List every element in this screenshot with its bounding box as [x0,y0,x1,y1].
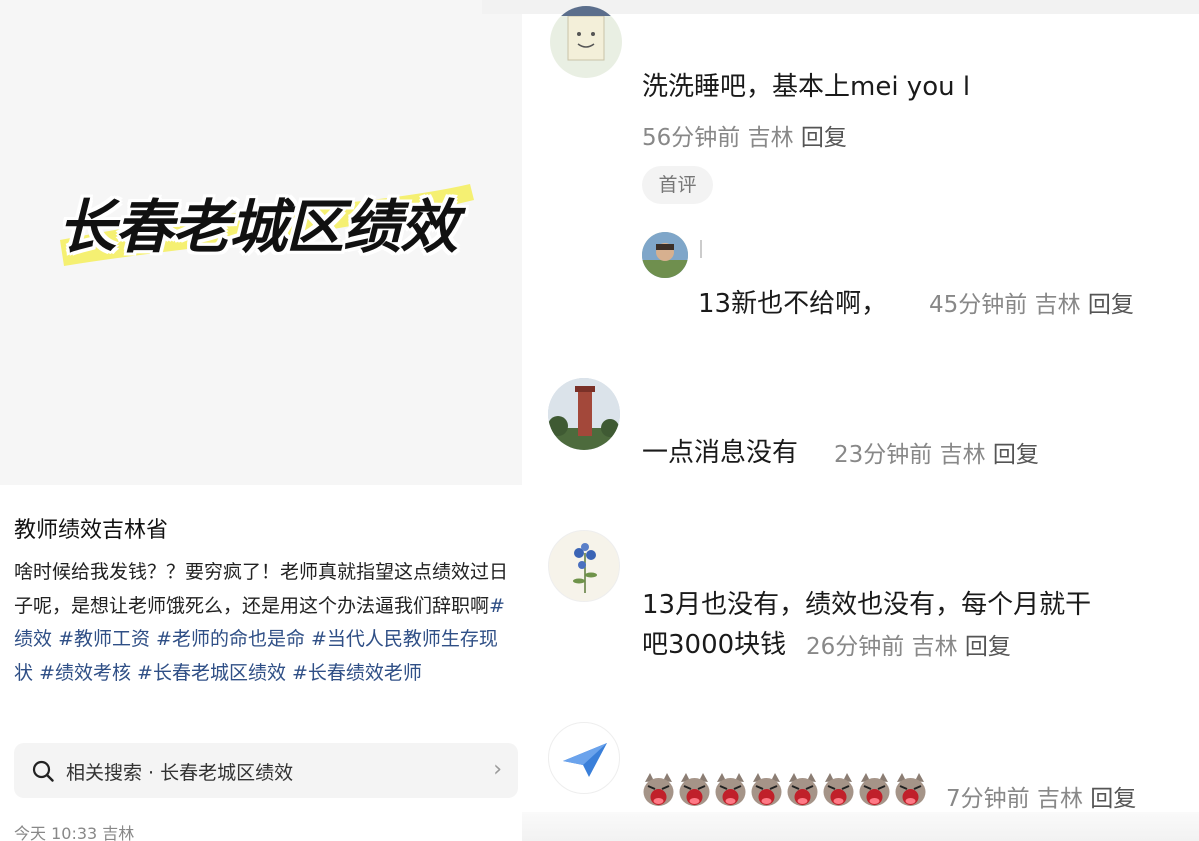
comment-text: 一点消息没有 [642,438,799,468]
comment-time: 23分钟前 [834,442,933,468]
bottom-input-bar-edge [522,812,1199,841]
first-comment-badge: 首评 [642,166,713,204]
comment-text-line1: 13月也没有，绩效也没有，每个月就干 [642,590,1092,620]
comment-location: 吉林 [911,634,958,660]
hashtag-link[interactable]: #长春老城区绩效 [137,662,286,684]
post-meta: 今天 10:33 吉林 [14,824,135,841]
crying-cat-emoji [859,773,890,806]
comment-time: 45分钟前 [929,292,1028,318]
reply-button[interactable]: 回复 [1090,786,1136,812]
comment-meta: 56分钟前 吉林 回复 [642,118,847,152]
reply-meta: 45分钟前 吉林 回复 [929,285,1134,319]
reply-button[interactable]: 回复 [965,634,1011,660]
comment-text: 洗洗睡吧，基本上mei you l [642,72,971,102]
related-search-bar[interactable]: 相关搜索 · 长春老城区绩效 › [14,743,518,798]
crying-cat-emoji [643,773,674,806]
reply-button[interactable]: 回复 [801,125,847,151]
hashtag-link[interactable]: #教师工资 [58,628,150,650]
reply-text: 13新也不给啊， [698,289,888,319]
comment-time: 56分钟前 [642,125,741,151]
hashtag-link[interactable]: #长春绩效老师 [292,662,422,684]
crying-cat-emoji [895,773,926,806]
crying-cat-emoji [787,773,818,806]
crying-cat-emoji [679,773,710,806]
paper-plane-avatar[interactable] [548,722,620,794]
comment-location: 吉林 [747,125,794,151]
post-panel: 长春老城区绩效 教师绩效吉林省 啥时候给我发钱？？要穷疯了！老师真就指望这点绩效… [0,0,522,841]
comment-location: 吉林 [939,442,986,468]
hashtag-link[interactable]: #老师的命也是命 [156,628,305,650]
cover-title-block: 长春老城区绩效 [50,178,480,268]
chevron-right-icon: › [493,757,502,782]
tower-photo-avatar[interactable] [548,378,620,450]
crying-cat-emoji [715,773,746,806]
emoji-row [642,772,927,812]
person-photo-avatar[interactable] [642,232,688,278]
comment-time: 26分钟前 [806,634,905,660]
flower-drawing-avatar[interactable] [548,530,620,602]
comment-meta: 7分钟前 吉林 回复 [946,779,1136,813]
post-body-text: 啥时候给我发钱？？要穷疯了！老师真就指望这点绩效过日子呢，是想让老师饿死么，还是… [14,561,509,617]
comment-meta: 23分钟前 吉林 回复 [834,435,1039,469]
comment-text-line2: 吧3000块钱 [642,630,787,660]
post-body: 啥时候给我发钱？？要穷疯了！老师真就指望这点绩效过日子呢，是想让老师饿死么，还是… [14,556,514,690]
related-search-text: 相关搜索 · 长春老城区绩效 [66,762,294,784]
search-icon [32,760,54,782]
post-cover-image[interactable]: 长春老城区绩效 [0,0,522,485]
comment-location: 吉林 [1036,786,1083,812]
comment-meta: 26分钟前 吉林 回复 [806,627,1011,661]
paper-bag-face-avatar[interactable] [550,6,622,78]
comment-time: 7分钟前 [946,786,1030,812]
crying-cat-emoji [823,773,854,806]
comment-location: 吉林 [1034,292,1081,318]
post-title: 教师绩效吉林省 [14,518,169,543]
cover-title: 长春老城区绩效 [58,193,458,261]
comments-panel: 洗洗睡吧，基本上mei you l 56分钟前 吉林 回复 首评 13新也不给啊… [482,0,1199,841]
reply-button[interactable]: 回复 [1088,292,1134,318]
hashtag-link[interactable]: #绩效考核 [39,662,131,684]
reply-button[interactable]: 回复 [993,442,1039,468]
reply-name-placeholder [700,240,702,258]
crying-cat-emoji [751,773,782,806]
